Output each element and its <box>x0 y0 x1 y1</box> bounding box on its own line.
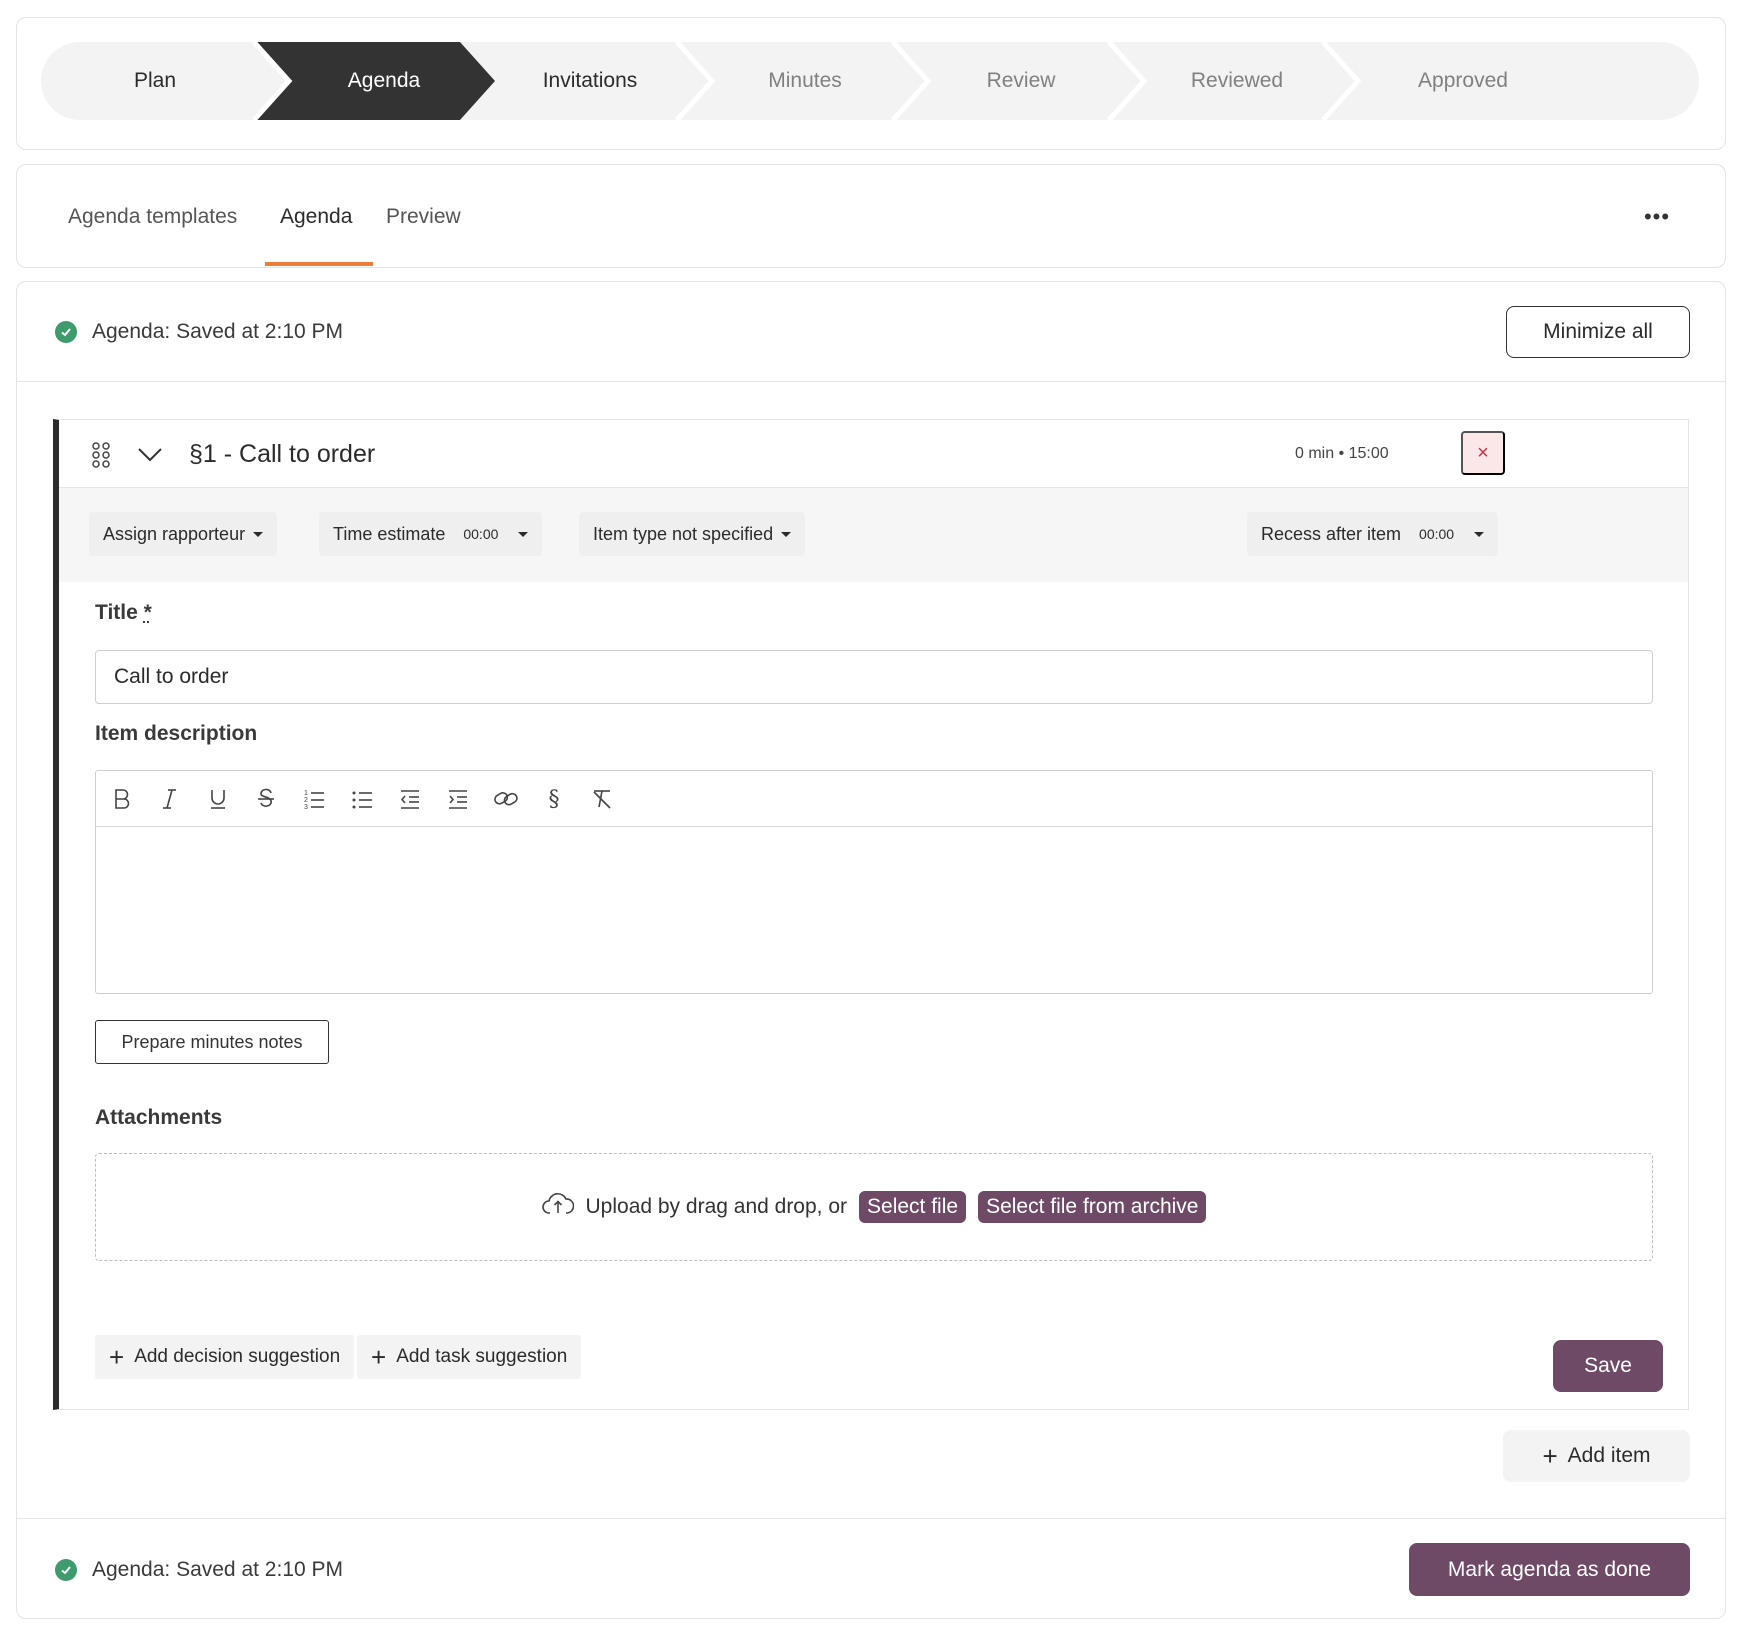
svg-text:3: 3 <box>304 804 308 810</box>
agenda-item-time-summary: 0 min • 15:00 <box>1295 445 1389 462</box>
drag-handle-icon[interactable] <box>91 442 111 473</box>
item-type-dropdown[interactable]: Item type not specified <box>579 512 806 556</box>
outdent-icon[interactable] <box>396 785 424 813</box>
workflow-stepper-panel: Plan Agenda Invitations Minutes Review R… <box>16 17 1726 150</box>
save-status-text: Agenda: Saved at 2:10 PM <box>92 1557 344 1581</box>
plus-icon: + <box>109 1342 125 1372</box>
plus-icon: + <box>1542 1441 1558 1471</box>
item-type-label: Item type not specified <box>593 523 774 544</box>
title-field-label: Title * <box>95 601 152 625</box>
recess-after-item-dropdown[interactable]: Recess after item 00:00 <box>1247 512 1499 556</box>
save-status-text: Agenda: Saved at 2:10 PM <box>92 319 344 343</box>
recess-label: Recess after item <box>1261 523 1402 544</box>
prepare-minutes-notes-button[interactable]: Prepare minutes notes <box>95 1020 329 1064</box>
assign-rapporteur-dropdown[interactable]: Assign rapporteur <box>89 512 278 556</box>
underline-icon[interactable] <box>204 785 232 813</box>
description-editor-body[interactable] <box>96 827 1652 994</box>
add-decision-suggestion-button[interactable]: + Add decision suggestion <box>95 1335 355 1379</box>
mark-agenda-done-button[interactable]: Mark agenda as done <box>1409 1543 1690 1596</box>
active-tab-indicator <box>265 262 373 266</box>
save-item-button[interactable]: Save <box>1553 1340 1663 1392</box>
tabs-panel: Agenda templates Agenda Preview ••• <box>16 164 1726 268</box>
section-sign-icon[interactable]: § <box>540 785 568 813</box>
caret-down-icon <box>781 531 792 537</box>
attachments-label: Attachments <box>95 1106 223 1129</box>
bold-icon[interactable] <box>108 785 136 813</box>
remove-item-button[interactable]: × <box>1461 431 1505 475</box>
recess-value: 00:00 <box>1419 526 1455 542</box>
agenda-editor-panel: Agenda: Saved at 2:10 PM Minimize all §1… <box>16 281 1726 1619</box>
step-review-label: Review <box>986 69 1056 92</box>
step-agenda-label: Agenda <box>347 69 421 92</box>
add-item-label: Add item <box>1567 1444 1651 1467</box>
add-task-suggestion-button[interactable]: + Add task suggestion <box>357 1335 582 1379</box>
step-plan-label: Plan <box>133 69 177 92</box>
italic-icon[interactable] <box>156 785 184 813</box>
select-file-from-archive-button[interactable]: Select file from archive <box>978 1191 1207 1223</box>
link-icon[interactable] <box>492 785 520 813</box>
clear-formatting-icon[interactable] <box>588 785 616 813</box>
plus-icon: + <box>371 1342 387 1372</box>
caret-down-icon <box>1474 531 1485 537</box>
description-field-label: Item description <box>95 722 258 745</box>
svg-text:1: 1 <box>304 790 308 797</box>
tab-agenda-templates[interactable]: Agenda templates <box>68 165 237 269</box>
title-label-text: Title <box>95 601 138 624</box>
editor-toolbar: 123 § <box>96 771 1652 827</box>
agenda-item-header: §1 - Call to order 0 min • 15:00 × <box>59 420 1688 488</box>
chevron-down-icon[interactable] <box>137 442 163 471</box>
required-marker: * <box>143 601 152 624</box>
time-estimate-dropdown[interactable]: Time estimate 00:00 <box>319 512 543 556</box>
cloud-upload-icon <box>541 1191 574 1223</box>
ordered-list-icon[interactable]: 123 <box>300 785 328 813</box>
step-approved-label: Approved <box>1418 69 1508 92</box>
time-estimate-label: Time estimate <box>333 523 446 544</box>
svg-text:2: 2 <box>304 797 308 804</box>
select-file-button[interactable]: Select file <box>859 1191 967 1223</box>
indent-icon[interactable] <box>444 785 472 813</box>
workflow-stepper: Plan Agenda Invitations Minutes Review R… <box>41 42 1699 120</box>
check-circle-icon <box>55 320 77 343</box>
add-task-label: Add task suggestion <box>396 1346 568 1367</box>
title-input[interactable] <box>95 650 1653 704</box>
add-decision-label: Add decision suggestion <box>134 1346 341 1367</box>
agenda-item-title: §1 - Call to order <box>189 439 376 468</box>
agenda-item-card: §1 - Call to order 0 min • 15:00 × Assig… <box>53 419 1689 1410</box>
tab-preview[interactable]: Preview <box>386 165 461 269</box>
check-circle-icon <box>55 1558 77 1581</box>
assign-rapporteur-label: Assign rapporteur <box>103 523 246 544</box>
tab-agenda[interactable]: Agenda <box>280 165 352 269</box>
step-invitations-label: Invitations <box>542 69 638 92</box>
save-status-bar-top: Agenda: Saved at 2:10 PM Minimize all <box>17 282 1725 382</box>
save-status-bar-bottom: Agenda: Saved at 2:10 PM Mark agenda as … <box>17 1518 1725 1620</box>
time-estimate-value: 00:00 <box>463 526 499 542</box>
caret-down-icon <box>253 531 264 537</box>
caret-down-icon <box>518 531 529 537</box>
more-options-button[interactable]: ••• <box>1639 199 1675 235</box>
agenda-item-settings-bar: Assign rapporteur Time estimate 00:00 It… <box>59 488 1688 582</box>
step-minutes-label: Minutes <box>768 69 842 92</box>
strikethrough-icon[interactable] <box>252 785 280 813</box>
add-item-button[interactable]: + Add item <box>1503 1430 1690 1482</box>
step-reviewed-label: Reviewed <box>1190 69 1284 92</box>
attachments-dropzone[interactable]: Upload by drag and drop, or Select file … <box>95 1153 1653 1261</box>
upload-instructions: Upload by drag and drop, or <box>585 1195 848 1218</box>
minimize-all-button[interactable]: Minimize all <box>1506 306 1690 358</box>
bullet-list-icon[interactable] <box>348 785 376 813</box>
description-editor: 123 § <box>95 770 1653 994</box>
